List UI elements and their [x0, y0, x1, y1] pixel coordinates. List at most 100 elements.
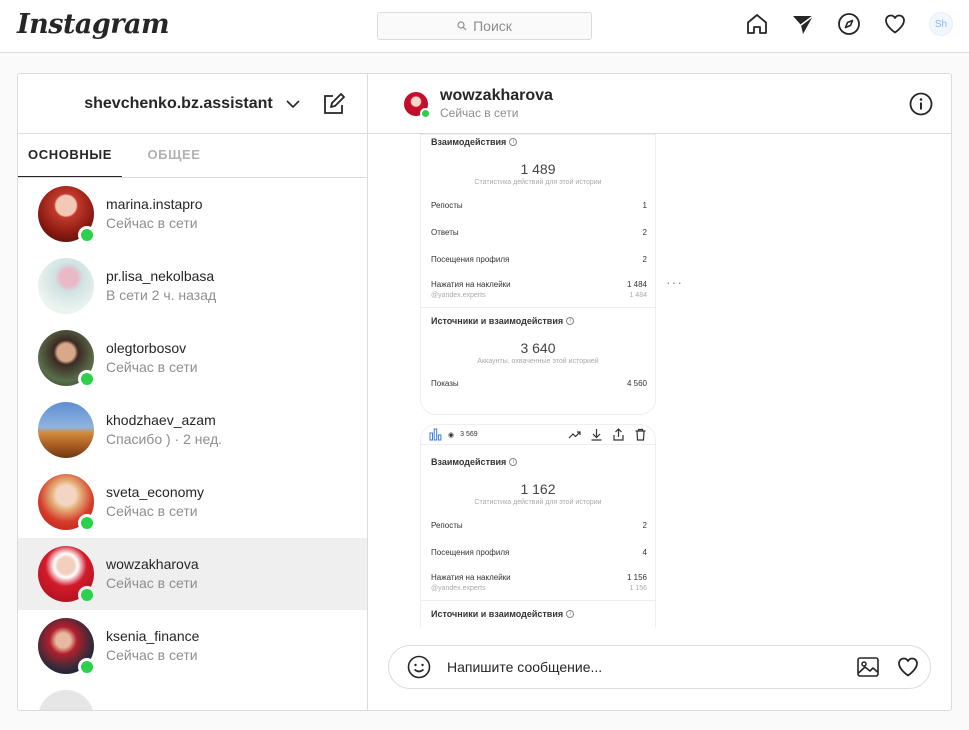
message-input[interactable]: [447, 659, 856, 675]
thread-status: В сети 2 ч. назад: [106, 287, 217, 303]
thread-status: Сейчас в сети: [106, 647, 198, 663]
info-icon[interactable]: [909, 92, 933, 116]
online-indicator: [78, 658, 96, 676]
bar-chart-icon: [429, 428, 442, 441]
thread-item[interactable]: sveta_economy Сейчас в сети: [18, 466, 367, 538]
thread-item[interactable]: ksenia_finance Сейчас в сети: [18, 610, 367, 682]
image-icon[interactable]: [856, 655, 880, 679]
direct-inbox-panel: shevchenko.bz.assistant ОСНОВНЫЕ ОБЩЕЕ m…: [17, 73, 952, 711]
sticker-value: 1 484: [629, 292, 647, 299]
thread-item[interactable]: khodzhaev_azam Спасибо ) · 2 нед.: [18, 394, 367, 466]
thread-name: olegtorbosov: [106, 340, 187, 356]
chevron-down-icon[interactable]: [285, 96, 301, 112]
share-icon: [613, 428, 624, 441]
tab-primary[interactable]: ОСНОВНЫЕ: [18, 134, 122, 177]
online-indicator: [78, 370, 96, 388]
insights-toolbar: ◉ 3 569: [421, 425, 655, 445]
direct-icon[interactable]: [791, 12, 815, 36]
info-icon: i: [566, 610, 575, 618]
explore-icon[interactable]: [837, 12, 861, 36]
avatar[interactable]: [404, 91, 431, 119]
account-header: shevchenko.bz.assistant: [18, 74, 367, 134]
thread-status: Сейчас в сети: [106, 215, 198, 231]
story-insights-image[interactable]: ◉ 3 569 Взаимодействия i 1 162 Статистика…: [420, 424, 656, 627]
avatar: [38, 186, 96, 244]
conversation-pane: wowzakharova Сейчас в сети Взаимодействи…: [368, 74, 951, 710]
thread-name: marina.instapro: [106, 196, 203, 212]
heart-icon[interactable]: [896, 655, 920, 679]
conversation-title[interactable]: wowzakharova: [440, 86, 553, 106]
reach-caption: Аккаунты, охваченные этой историей: [477, 358, 599, 365]
conversation-header: wowzakharova Сейчас в сети: [368, 74, 951, 134]
trend-icon: [568, 431, 581, 439]
metric-label: Нажатия на наклейки: [431, 573, 511, 582]
metric-value: 1 156: [626, 573, 647, 582]
metric-value: 2: [642, 255, 647, 264]
new-message-icon[interactable]: [321, 91, 347, 117]
online-indicator: [420, 107, 431, 119]
metric-label: Нажатия на наклейки: [431, 280, 511, 289]
avatar: [38, 330, 96, 388]
section-title: Источники и взаимодействия: [431, 316, 564, 326]
eye-icon: ◉: [448, 431, 455, 439]
thread-name: wowzakharova: [106, 556, 199, 572]
metric-value: 4: [642, 548, 647, 557]
section-title: Взаимодействия: [431, 457, 507, 467]
metric-label: Ответы: [431, 228, 459, 237]
account-switcher[interactable]: shevchenko.bz.assistant: [84, 95, 273, 113]
info-icon: i: [509, 138, 518, 146]
divider: [421, 307, 655, 308]
metric-value: 1: [642, 201, 647, 210]
metric-label: Посещения профиля: [431, 548, 510, 557]
thread-name: ksenia_finance: [106, 628, 200, 644]
online-indicator: [78, 514, 96, 532]
tab-general[interactable]: ОБЩЕЕ: [122, 134, 226, 177]
sticker-label: @yandex.experts: [431, 585, 486, 592]
emoji-icon[interactable]: [407, 655, 431, 679]
metric-label: Показы: [431, 379, 459, 388]
info-icon: i: [566, 317, 575, 325]
story-insights-image[interactable]: Взаимодействия i 1 489 Статистика действи…: [420, 134, 656, 415]
message-more-options[interactable]: ···: [666, 274, 683, 290]
instagram-logo[interactable]: Instagram: [17, 9, 170, 40]
message-composer: [388, 645, 931, 689]
thread-name: sveta_economy: [106, 484, 205, 500]
thread-item[interactable]: olegtorbosov Сейчас в сети: [18, 322, 367, 394]
section-title: Источники и взаимодействия: [431, 609, 564, 619]
thread-list: marina.instapro Сейчас в сети pr.lisa_nek…: [18, 178, 367, 710]
online-indicator: [78, 586, 96, 604]
search-placeholder: Поиск: [473, 18, 512, 34]
avatar: [38, 402, 94, 458]
thread-status: Спасибо ) · 2 нед.: [106, 431, 223, 447]
thread-item-selected[interactable]: wowzakharova Сейчас в сети: [18, 538, 367, 610]
section-title: Взаимодействия: [431, 137, 507, 147]
thread-status: Сейчас в сети: [106, 503, 198, 519]
thread-item[interactable]: [18, 682, 367, 710]
profile-avatar[interactable]: Sh: [929, 12, 953, 36]
inbox-tabs: ОСНОВНЫЕ ОБЩЕЕ: [18, 134, 367, 178]
avatar: [38, 258, 94, 314]
conversation-status: Сейчас в сети: [440, 106, 519, 120]
interactions-caption: Статистика действий для этой истории: [474, 179, 602, 186]
threads-sidebar: shevchenko.bz.assistant ОСНОВНЫЕ ОБЩЕЕ m…: [18, 74, 368, 710]
heart-icon[interactable]: [883, 12, 907, 36]
home-icon[interactable]: [745, 12, 769, 36]
metric-label: Репосты: [431, 521, 463, 530]
metric-label: Посещения профиля: [431, 255, 510, 264]
info-icon: i: [509, 458, 518, 466]
thread-name: khodzhaev_azam: [106, 412, 216, 428]
search-input[interactable]: Поиск: [377, 12, 592, 40]
metric-label: Репосты: [431, 201, 463, 210]
thread-item[interactable]: pr.lisa_nekolbasa В сети 2 ч. назад: [18, 250, 367, 322]
avatar: [38, 690, 94, 710]
download-icon: [591, 429, 602, 441]
interactions-total: 1 162: [520, 481, 556, 497]
online-indicator: [78, 226, 96, 244]
reach-total: 3 640: [520, 340, 556, 356]
sticker-label: @yandex.experts: [431, 292, 486, 299]
metric-value: 1 484: [626, 280, 647, 289]
trash-icon: [635, 428, 646, 441]
avatar: [38, 474, 96, 532]
avatar: [38, 618, 96, 676]
thread-item[interactable]: marina.instapro Сейчас в сети: [18, 178, 367, 250]
